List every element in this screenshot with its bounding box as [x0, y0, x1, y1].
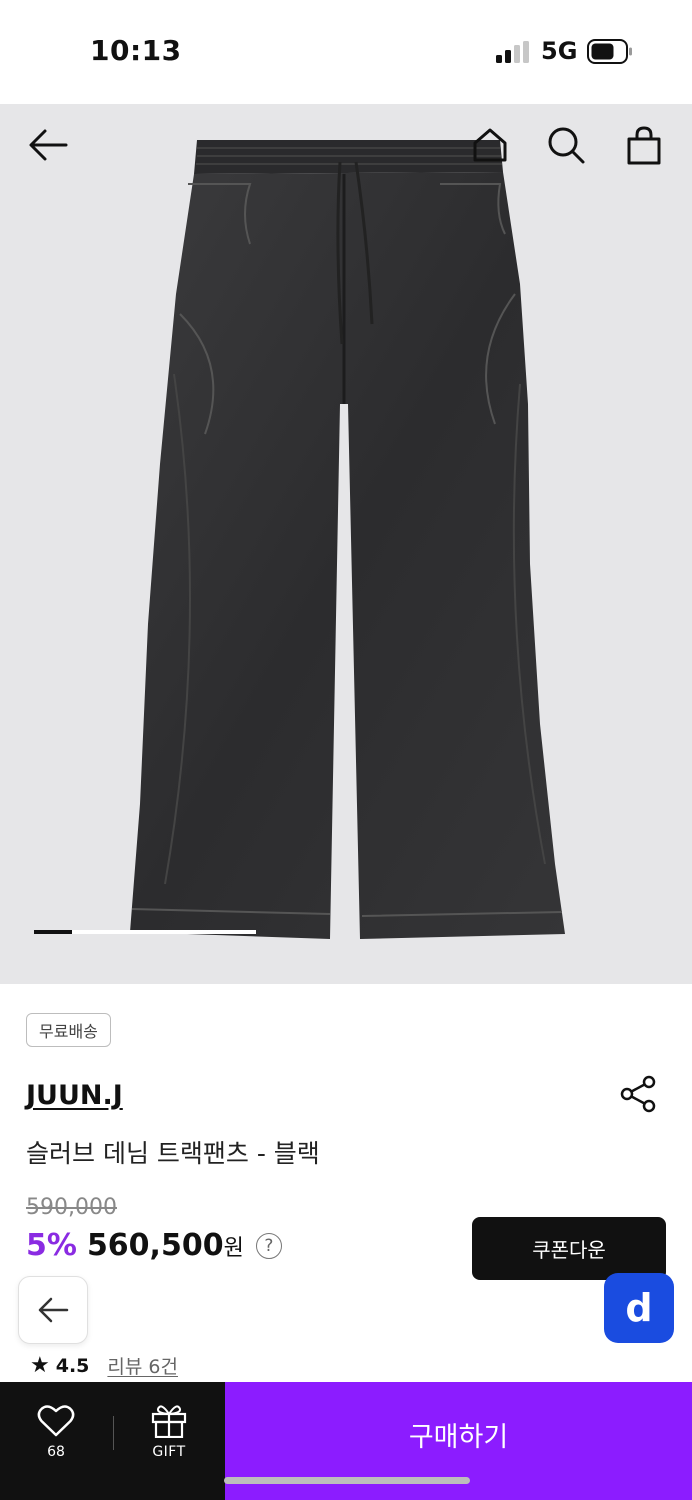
review-count-link[interactable]: 리뷰 6건	[107, 1352, 178, 1379]
home-button[interactable]	[466, 121, 514, 169]
search-icon	[548, 127, 585, 164]
coupon-download-button[interactable]: 쿠폰다운	[472, 1217, 666, 1280]
gift-button[interactable]: GIFT	[114, 1382, 224, 1500]
back-arrow-icon	[38, 1297, 69, 1323]
app-shortcut-button[interactable]: d	[604, 1273, 674, 1343]
like-count: 68	[47, 1444, 65, 1460]
gallery-progress-fill	[34, 930, 72, 934]
product-title: 슬러브 데님 트랙팬츠 - 블랙	[26, 1139, 320, 1168]
original-price: 590,000	[26, 1195, 117, 1220]
like-button[interactable]: 68	[0, 1382, 112, 1500]
signal-icon	[496, 41, 529, 63]
back-arrow-icon	[29, 129, 68, 161]
star-icon: ★	[30, 1353, 50, 1378]
gallery-progress	[34, 930, 256, 934]
denim-pants-photo	[130, 140, 565, 939]
back-button[interactable]	[24, 121, 72, 169]
gift-label: GIFT	[152, 1444, 186, 1460]
battery-icon	[587, 39, 632, 64]
search-button[interactable]	[542, 121, 590, 169]
home-indicator	[224, 1477, 470, 1484]
shopping-bag-icon	[627, 126, 661, 165]
sale-price: 560,500	[86, 1228, 224, 1263]
price-help-icon[interactable]: ?	[255, 1232, 282, 1259]
cart-button[interactable]	[620, 121, 668, 169]
currency-unit: 원	[223, 1236, 244, 1261]
price-row: 5% 560,500 원 ?	[26, 1228, 282, 1263]
status-time: 10:13	[90, 34, 182, 67]
heart-icon	[37, 1405, 75, 1437]
rating-row: ★ 4.5 리뷰 6건	[30, 1352, 178, 1379]
share-icon[interactable]	[618, 1074, 658, 1114]
floating-back-button[interactable]	[18, 1276, 88, 1344]
rating-value: 4.5	[55, 1354, 90, 1377]
discount-rate: 5%	[26, 1228, 77, 1263]
product-hero-image[interactable]	[0, 104, 692, 984]
home-icon	[473, 128, 507, 162]
free-shipping-badge: 무료배송	[26, 1013, 111, 1047]
gift-icon	[151, 1405, 187, 1438]
network-label: 5G	[541, 37, 578, 65]
brand-link[interactable]: JUUN.J	[26, 1080, 123, 1111]
status-bar: 10:13 5G	[0, 0, 692, 104]
